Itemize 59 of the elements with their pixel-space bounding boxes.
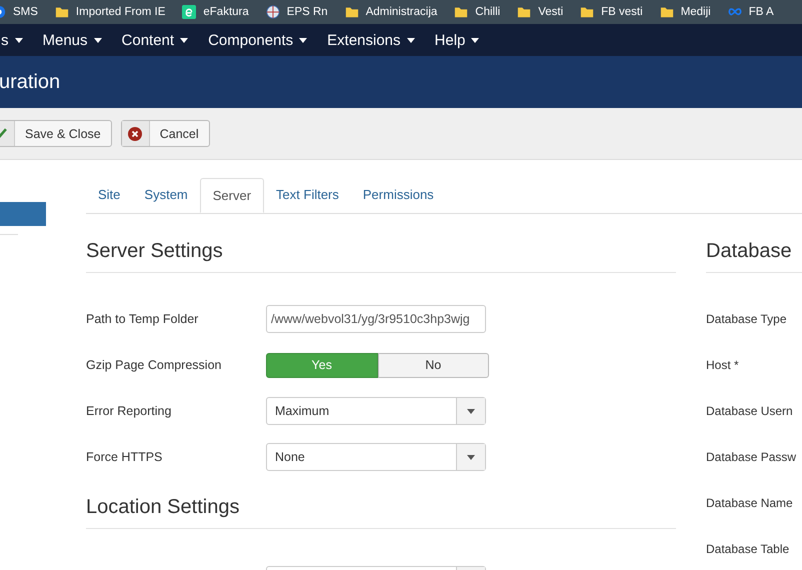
tab[interactable]: Server bbox=[200, 178, 264, 213]
folder-icon bbox=[54, 5, 69, 19]
folder-icon bbox=[580, 5, 594, 19]
bookmark-item[interactable]: FB A bbox=[728, 5, 774, 19]
caret-icon bbox=[467, 408, 475, 414]
globe-icon bbox=[266, 5, 280, 19]
field-label: Database Passw bbox=[706, 450, 796, 464]
menu-item[interactable]: Help bbox=[434, 32, 480, 48]
field-label: Database Table bbox=[706, 542, 790, 556]
caret-icon bbox=[471, 38, 480, 42]
folder-icon bbox=[344, 5, 359, 19]
menu-item[interactable]: Menus bbox=[42, 32, 102, 48]
menu-item[interactable]: Content bbox=[122, 32, 188, 48]
folder-icon bbox=[454, 5, 468, 19]
tab[interactable]: Site bbox=[86, 178, 132, 213]
tab[interactable]: System bbox=[132, 178, 200, 213]
text-field[interactable]: /www/webvol31/yg/3r9510c3hp3wjg bbox=[266, 305, 486, 333]
section-heading: Location Settings bbox=[86, 494, 676, 529]
field-label: Force HTTPS bbox=[86, 450, 164, 464]
letter-e-icon bbox=[182, 5, 196, 19]
bookmark-item[interactable]: Chilli bbox=[454, 5, 500, 19]
close-icon bbox=[128, 126, 142, 140]
caret-icon bbox=[94, 38, 102, 42]
caret-icon bbox=[467, 454, 475, 460]
caret-icon bbox=[14, 38, 22, 42]
folder-icon bbox=[660, 5, 674, 19]
bookmark-item[interactable]: Mediji bbox=[660, 5, 711, 19]
bookmark-item[interactable]: FB vesti bbox=[580, 5, 643, 19]
folder-icon bbox=[517, 5, 532, 19]
bookmark-item[interactable]: SMS bbox=[0, 5, 38, 19]
field-label: Gzip Page Compression bbox=[86, 358, 222, 372]
bookmark-item[interactable]: Imported From IE bbox=[54, 5, 166, 19]
save-close-button[interactable]: Save & Close bbox=[0, 120, 112, 147]
field-label: Database Usern bbox=[706, 404, 793, 418]
bookmark-item[interactable]: EPS Rn bbox=[266, 5, 328, 19]
tab[interactable]: Text Filters bbox=[264, 178, 351, 213]
select-field[interactable]: Maximum bbox=[266, 397, 486, 425]
field-label: Database Name bbox=[706, 496, 793, 510]
field-label: Host * bbox=[706, 358, 739, 372]
tab[interactable]: Permissions bbox=[350, 178, 446, 213]
section-heading: Database bbox=[706, 238, 802, 273]
field-label: Database Type bbox=[706, 312, 787, 326]
page-title: uration bbox=[0, 70, 60, 94]
bookmark-item[interactable]: eFaktura bbox=[182, 5, 249, 19]
cancel-button[interactable]: Cancel bbox=[120, 120, 210, 147]
sidebar-item[interactable] bbox=[0, 202, 46, 226]
menu-item[interactable]: Extensions bbox=[327, 32, 415, 48]
caret-icon bbox=[406, 38, 415, 42]
select-field[interactable]: None bbox=[266, 443, 486, 471]
menu-item[interactable]: Components bbox=[208, 32, 308, 48]
caret-icon bbox=[299, 38, 308, 42]
field-label: Path to Temp Folder bbox=[86, 312, 200, 326]
caret-icon bbox=[180, 38, 188, 42]
field-label: Error Reporting bbox=[86, 404, 172, 418]
toggle-option[interactable]: No bbox=[378, 352, 489, 378]
bookmark-item[interactable]: Administracija bbox=[344, 5, 438, 19]
menu-item[interactable]: s bbox=[1, 32, 22, 48]
bookmark-item[interactable]: Vesti bbox=[517, 5, 564, 19]
section-heading: Server Settings bbox=[86, 238, 676, 273]
